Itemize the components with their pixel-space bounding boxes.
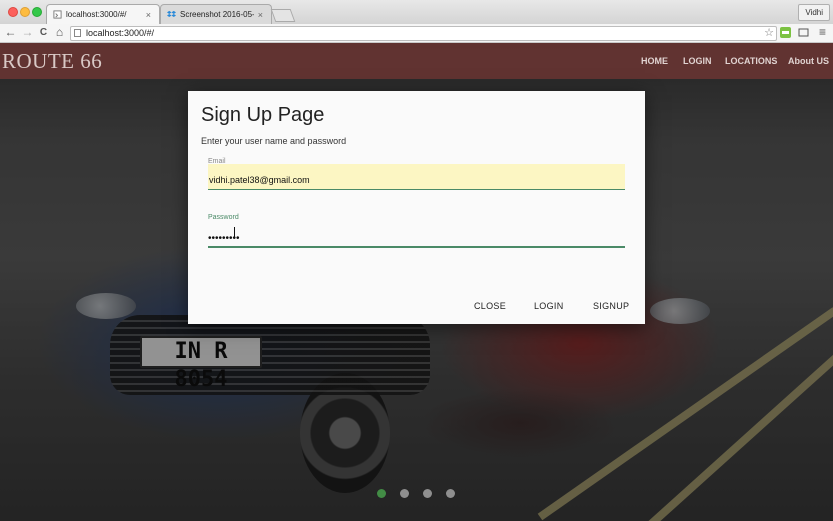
dropbox-icon <box>167 10 176 18</box>
signup-dialog: Sign Up Page Enter your user name and pa… <box>188 91 645 324</box>
page-favicon-icon <box>53 10 62 19</box>
extension-icon[interactable] <box>780 27 791 38</box>
nav-home[interactable]: HOME <box>641 56 668 66</box>
tab-close-icon[interactable]: × <box>146 10 151 20</box>
dialog-subtitle: Enter your user name and password <box>201 136 347 146</box>
carousel-dot[interactable] <box>446 489 455 498</box>
window-close-button[interactable] <box>8 7 18 17</box>
dialog-title: Sign Up Page <box>201 104 325 126</box>
page-info-icon[interactable] <box>74 29 81 37</box>
text-caret <box>234 227 235 238</box>
password-field[interactable] <box>208 222 625 248</box>
cast-icon[interactable] <box>798 27 809 38</box>
carousel-dot[interactable] <box>377 489 386 498</box>
url-text: localhost:3000/#/ <box>86 28 155 38</box>
nav-login[interactable]: LOGIN <box>683 56 712 66</box>
carousel-dot[interactable] <box>423 489 432 498</box>
brand-logo[interactable]: ROUTE 66 <box>2 49 102 74</box>
chrome-menu-icon[interactable]: ≡ <box>816 26 829 39</box>
home-icon[interactable]: ⌂ <box>53 26 66 39</box>
new-tab-button[interactable] <box>270 9 296 22</box>
browser-tab-strip: localhost:3000/#/ × Screenshot 2016-05-0… <box>0 0 833 25</box>
back-icon[interactable]: ← <box>4 26 17 39</box>
password-label: Password <box>208 214 239 221</box>
bookmark-star-icon[interactable]: ☆ <box>764 27 774 40</box>
nav-locations[interactable]: LOCATIONS <box>725 56 777 66</box>
signup-button[interactable]: SIGNUP <box>593 301 629 311</box>
nav-about-us[interactable]: About US <box>788 56 829 66</box>
app-header: ROUTE 66 HOME LOGIN LOCATIONS About US <box>0 43 833 79</box>
window-zoom-button[interactable] <box>32 7 42 17</box>
forward-icon[interactable]: → <box>21 26 34 39</box>
email-field[interactable] <box>208 164 625 190</box>
carousel-dot[interactable] <box>400 489 409 498</box>
tab-title: localhost:3000/#/ <box>66 10 127 19</box>
web-page: IN R 8054 ROUTE 66 HOME LOGIN LOCATIONS … <box>0 43 833 521</box>
browser-toolbar: ← → C ⌂ localhost:3000/#/ ☆ ≡ <box>0 24 833 43</box>
profile-button[interactable]: Vidhi <box>798 4 830 21</box>
tab-close-icon[interactable]: × <box>258 10 263 20</box>
tab-title: Screenshot 2016-05-02 <box>180 10 254 19</box>
address-bar[interactable]: localhost:3000/#/ ☆ <box>70 26 777 41</box>
login-button[interactable]: LOGIN <box>534 301 564 311</box>
window-minimize-button[interactable] <box>20 7 30 17</box>
browser-tab-screenshot[interactable]: Screenshot 2016-05-02 × <box>160 4 272 24</box>
reload-icon[interactable]: C <box>37 26 50 39</box>
browser-tab-localhost[interactable]: localhost:3000/#/ × <box>46 4 160 24</box>
close-button[interactable]: CLOSE <box>474 301 506 311</box>
